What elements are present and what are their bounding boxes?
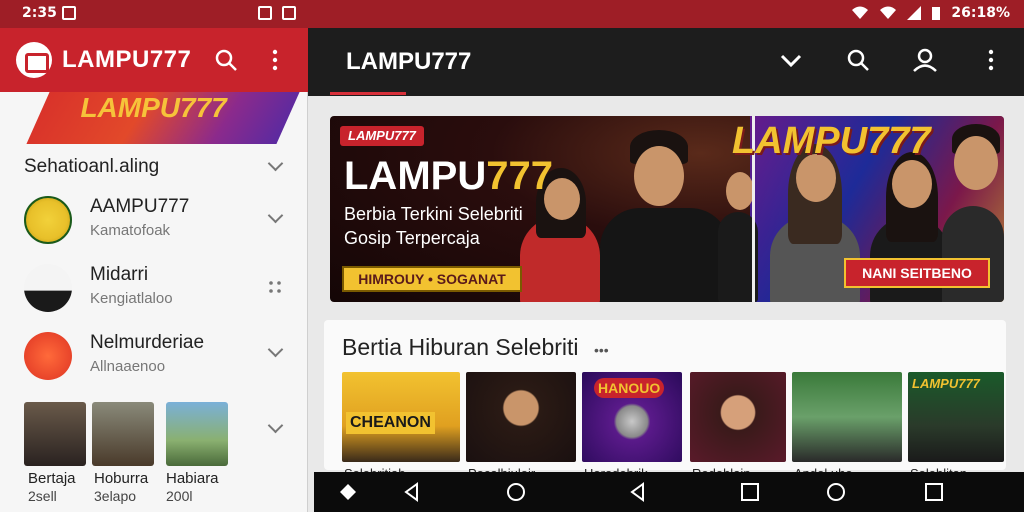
thumbnail-label: Habiara (166, 470, 219, 487)
news-section-card: Bertia Hiburan Selebriti ••• CHEANON HAN… (324, 320, 1006, 481)
drawer-item-title: AAMPU777 (90, 196, 190, 217)
tile-badge: HANOUO (594, 378, 665, 398)
drag-handle-icon[interactable] (268, 280, 282, 294)
avatar (24, 196, 72, 244)
hero-brand-pill: LAMPU777 (340, 126, 424, 146)
chevron-down-icon[interactable] (267, 207, 284, 224)
notification-icon-2 (258, 6, 272, 20)
thumbnail-sub: 3elapo (94, 488, 137, 504)
thumbnail-label: Bertaja (28, 470, 76, 487)
hero-headline-b: 777 (486, 154, 553, 198)
news-tile[interactable] (466, 372, 576, 462)
hero-right-logo: LAMPU777 (732, 120, 931, 162)
back-icon[interactable] (402, 482, 422, 502)
avatar (24, 264, 72, 312)
hero-headline: LAMPU777 (344, 154, 553, 199)
section-heading: Bertia Hiburan Selebriti (342, 334, 579, 360)
thumbnail-image[interactable] (24, 402, 86, 466)
wifi-signal-icon (880, 6, 897, 19)
battery-percent: 26:18% (951, 5, 1010, 21)
notification-icon (62, 6, 76, 20)
hero-headline-a: LAMPU (344, 154, 487, 198)
more-vert-icon[interactable] (986, 48, 996, 72)
drawer-item-subtitle: Kamatofoak (90, 222, 171, 239)
person-head (892, 160, 932, 208)
hero-subtitle-1: Berbia Terkini Selebriti (344, 204, 523, 224)
tab-indicator (330, 92, 406, 95)
drawer-item-title: Nelmurderiae (90, 332, 205, 353)
person-head (634, 146, 684, 206)
recents-icon[interactable] (740, 482, 760, 502)
news-tile[interactable] (792, 372, 902, 462)
more-options-icon[interactable]: ••• (594, 342, 609, 358)
search-icon[interactable] (214, 48, 238, 72)
hero-banner[interactable]: LAMPU777 LAMPU777 Berbia Terkini Selebri… (330, 116, 1004, 302)
news-tile[interactable]: CHEANON (342, 372, 460, 462)
drawer-banner-logo: LAMPU777 (80, 92, 227, 123)
drawer-item-1[interactable]: AAMPU777 Kamatofoak (0, 186, 308, 248)
drawer-item-2[interactable]: Midarri Kengiatlaloo (0, 254, 308, 316)
wifi-icon (852, 6, 869, 19)
tile-badge: LAMPU777 (912, 376, 980, 391)
thumbnail-image[interactable] (166, 402, 228, 466)
status-bar: 2:35 26:18% (0, 0, 1024, 28)
status-time: 2:35 (22, 5, 57, 21)
back-icon-2[interactable] (628, 482, 648, 502)
drawer-brand-banner[interactable]: LAMPU777 (26, 92, 300, 144)
drawer-item-subtitle: Allnaaenoo (90, 358, 166, 375)
news-tile[interactable]: LAMPU777 (908, 372, 1004, 462)
hero-subtitle-2: Gosip Terpercaja (344, 228, 480, 248)
app-bar: LAMPU777 (308, 28, 1024, 96)
recents-icon-2[interactable] (924, 482, 944, 502)
avatar (24, 332, 72, 380)
drawer-title: LAMPU777 (62, 46, 192, 73)
chevron-down-icon[interactable] (267, 155, 284, 172)
user-icon[interactable] (912, 48, 938, 72)
more-vert-icon[interactable] (270, 48, 280, 72)
hero-cta-left-button[interactable]: HIMROUY • SOGANAT (342, 266, 522, 292)
notification-icon-3 (282, 6, 296, 20)
page-title: LAMPU777 (346, 48, 472, 75)
home-icon-2[interactable] (826, 482, 846, 502)
drawer-item-title: Midarri (90, 264, 149, 285)
chevron-down-icon[interactable] (267, 341, 284, 358)
person-head (954, 136, 998, 190)
search-icon[interactable] (846, 48, 870, 72)
thumbnail-sub: 2sell (28, 488, 57, 504)
thumbnail-sub: 200l (166, 488, 193, 504)
home-icon[interactable] (506, 482, 526, 502)
drawer-section-label: Sehatioanl.aling (24, 156, 160, 177)
system-navigation-bar (314, 472, 1024, 512)
drawer-header: LAMPU777 (0, 28, 308, 92)
person-head (726, 172, 754, 210)
drawer-item-3[interactable]: Nelmurderiae Allnaaenoo (0, 322, 308, 384)
battery-icon (932, 7, 941, 20)
news-tile[interactable]: HANOUO (582, 372, 682, 462)
thumbnail-label: Hoburra (94, 470, 149, 487)
navigation-drawer: LAMPU777 LAMPU777 Sehatioanl.aling AAMPU… (0, 28, 308, 512)
tile-badge: CHEANON (346, 412, 435, 434)
chevron-down-icon[interactable] (780, 54, 802, 68)
thumbnail-image[interactable] (92, 402, 154, 466)
drawer-item-subtitle: Kengiatlaloo (90, 290, 173, 307)
person-figure (600, 208, 730, 302)
hero-cta-right-button[interactable]: NANI SEITBENO (844, 258, 990, 288)
cell-signal-icon (907, 6, 922, 20)
news-tile[interactable] (690, 372, 786, 462)
chevron-down-icon[interactable] (267, 417, 284, 434)
diamond-icon[interactable] (338, 482, 358, 502)
app-logo-icon[interactable] (16, 42, 52, 78)
